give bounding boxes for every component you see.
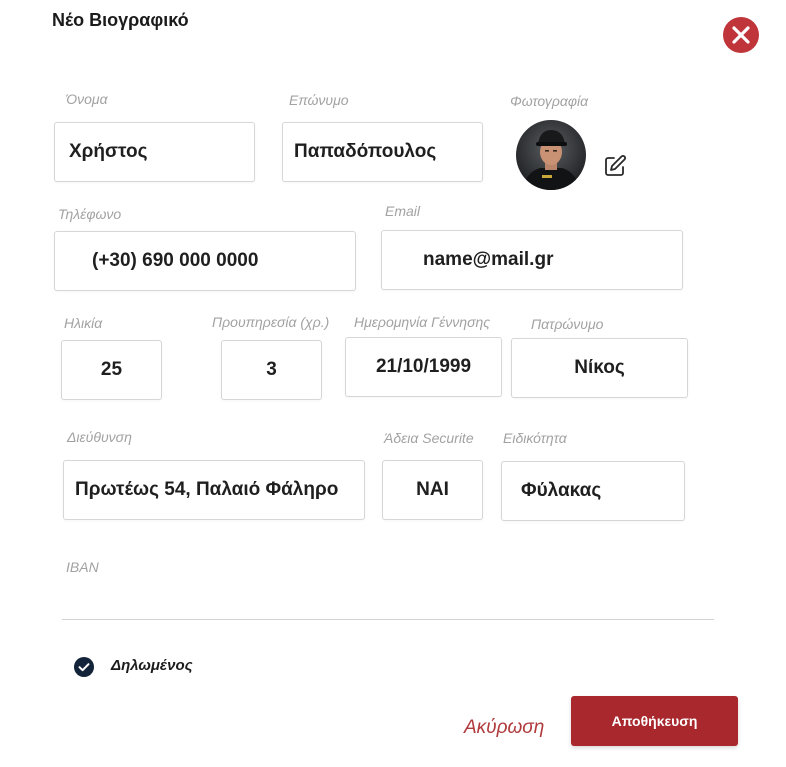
- specialty-value: Φύλακας: [521, 480, 602, 501]
- email-value: name@mail.gr: [423, 249, 554, 270]
- phone-label: Τηλέφωνο: [58, 206, 122, 222]
- specialty-field[interactable]: Φύλακας: [501, 461, 685, 521]
- first-name-value: Χρήστος: [69, 141, 148, 162]
- phone-field[interactable]: (+30) 690 000 0000: [54, 231, 356, 291]
- address-field[interactable]: Πρωτέως 54, Παλαιό Φάληρο: [63, 460, 365, 520]
- first-name-label: Όνομα: [66, 91, 108, 107]
- declared-checkbox[interactable]: [74, 657, 94, 677]
- edit-photo-icon[interactable]: [603, 154, 627, 178]
- last-name-label: Επώνυμο: [289, 92, 349, 108]
- check-icon: [78, 663, 90, 672]
- save-button[interactable]: Αποθήκευση: [571, 696, 738, 746]
- close-icon: [732, 26, 750, 44]
- father-name-label: Πατρώνυμο: [531, 316, 604, 332]
- securite-license-value: ΝΑΙ: [416, 479, 449, 500]
- address-value: Πρωτέως 54, Παλαιό Φάληρο: [75, 479, 339, 500]
- dialog-title: Νέο Βιογραφικό: [52, 10, 189, 30]
- photo-label: Φωτογραφία: [510, 93, 589, 109]
- iban-label: IBAN: [66, 559, 99, 575]
- declared-label: Δηλωμένος: [111, 657, 193, 674]
- close-button[interactable]: [723, 17, 759, 53]
- experience-value: 3: [266, 359, 277, 380]
- avatar: [516, 120, 586, 190]
- email-field[interactable]: name@mail.gr: [381, 230, 683, 290]
- birth-date-field[interactable]: 21/10/1999: [345, 337, 502, 397]
- age-label: Ηλικία: [64, 315, 103, 331]
- experience-label: Προυπηρεσία (χρ.): [212, 314, 330, 330]
- experience-field[interactable]: 3: [221, 340, 322, 400]
- securite-license-field[interactable]: ΝΑΙ: [382, 460, 483, 520]
- last-name-field[interactable]: Παπαδόπουλος: [282, 122, 483, 182]
- first-name-field[interactable]: Χρήστος: [54, 122, 255, 182]
- address-label: Διεύθυνση: [67, 429, 132, 445]
- age-value: 25: [100, 359, 123, 380]
- cancel-button[interactable]: Ακύρωση: [464, 717, 544, 739]
- birth-date-value: 21/10/1999: [375, 356, 472, 377]
- email-label: Email: [385, 203, 421, 219]
- phone-value: (+30) 690 000 0000: [92, 250, 259, 271]
- last-name-value: Παπαδόπουλος: [294, 141, 437, 162]
- father-name-field[interactable]: Νίκος: [511, 338, 688, 398]
- securite-license-label: Άδεια Securite: [384, 430, 474, 446]
- specialty-label: Ειδικότητα: [503, 430, 567, 446]
- iban-input[interactable]: [62, 582, 718, 618]
- iban-underline: [62, 619, 714, 620]
- save-button-label: Αποθήκευση: [611, 713, 698, 729]
- birth-date-label: Ημερομηνία Γέννησης: [354, 314, 491, 330]
- age-field[interactable]: 25: [61, 340, 162, 400]
- father-name-value: Νίκος: [574, 357, 625, 378]
